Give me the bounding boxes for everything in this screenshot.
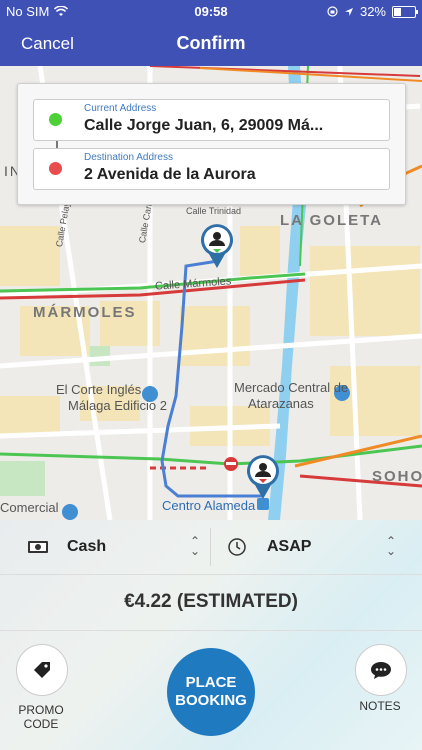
destination-address-dot — [49, 162, 62, 175]
place-booking-line2: BOOKING — [175, 692, 247, 709]
battery-icon — [392, 5, 418, 18]
notes-button[interactable] — [355, 644, 407, 696]
map-label-marmoles: MÁRMOLES — [33, 304, 137, 321]
pickup-time-value: ASAP — [267, 538, 312, 555]
destination-address-label: Destination Address — [84, 152, 173, 163]
map-label-comercial: Comercial — [0, 500, 59, 515]
destination-address-field[interactable]: Destination Address 2 Avenida de la Auro… — [33, 148, 390, 190]
place-booking-line1: PLACE — [185, 674, 237, 691]
chat-bubble-icon — [371, 662, 391, 679]
destination-pin-icon[interactable] — [243, 451, 283, 501]
shopping-poi-icon-2 — [62, 504, 78, 520]
current-address-dot — [49, 113, 62, 126]
lock-rotation-icon — [327, 6, 338, 17]
cash-icon — [28, 541, 48, 553]
pickup-time-selector[interactable]: ASAP — [227, 520, 397, 574]
payment-method-selector[interactable]: Cash — [27, 520, 207, 574]
status-right: 32% — [327, 4, 418, 19]
map-label-calle-trinidad: Calle Trinidad — [186, 206, 242, 216]
current-address-field[interactable]: Current Address Calle Jorge Juan, 6, 290… — [33, 99, 390, 141]
map-label-corte-ingles-2: Málaga Edificio 2 — [68, 398, 167, 413]
time-chevron-icon: ⌃ ⌄ — [386, 534, 397, 558]
map-label-corte-ingles-1: El Corte Inglés — [56, 382, 142, 397]
payment-chevron-icon: ⌃ ⌄ — [190, 534, 201, 558]
payment-method-value: Cash — [67, 538, 107, 555]
destination-address-value: 2 Avenida de la Aurora — [84, 166, 256, 183]
pickup-pin-icon[interactable] — [197, 220, 237, 270]
tag-icon — [34, 662, 50, 678]
notes-label: NOTES — [359, 699, 401, 713]
clock-icon — [228, 538, 246, 556]
map-label-mercado-2: Atarazanas — [248, 396, 314, 411]
location-arrow-icon — [344, 7, 353, 16]
options-divider — [210, 528, 211, 566]
battery-fill — [394, 7, 402, 16]
nav-bar: Cancel Confirm — [0, 22, 422, 66]
place-booking-button[interactable]: PLACE BOOKING — [167, 648, 255, 736]
map-label-soho: SOHO — [372, 468, 422, 485]
options-row: Cash ⌃ ⌄ ASAP ⌃ ⌄ — [0, 520, 422, 575]
status-bar: No SIM 09:58 32% — [0, 0, 422, 22]
current-address-value: Calle Jorge Juan, 6, 29009 Má... — [84, 117, 324, 134]
battery-percent: 32% — [359, 4, 386, 19]
address-card: Current Address Calle Jorge Juan, 6, 290… — [17, 83, 406, 205]
map-label-centro-alameda: Centro Alameda — [162, 498, 256, 513]
promo-code-label: PROMO CODE — [18, 703, 64, 731]
promo-code-button[interactable] — [16, 644, 68, 696]
estimated-price: €4.22 (ESTIMATED) — [0, 574, 422, 631]
map-label-la-goleta: LA GOLETA — [280, 212, 383, 229]
map-label-mercado-1: Mercado Central de — [234, 380, 349, 395]
booking-panel: Cash ⌃ ⌄ ASAP ⌃ ⌄ €4.22 (ESTIMATED) PROMO … — [0, 520, 422, 750]
current-address-label: Current Address — [84, 103, 157, 114]
page-title: Confirm — [176, 33, 246, 53]
